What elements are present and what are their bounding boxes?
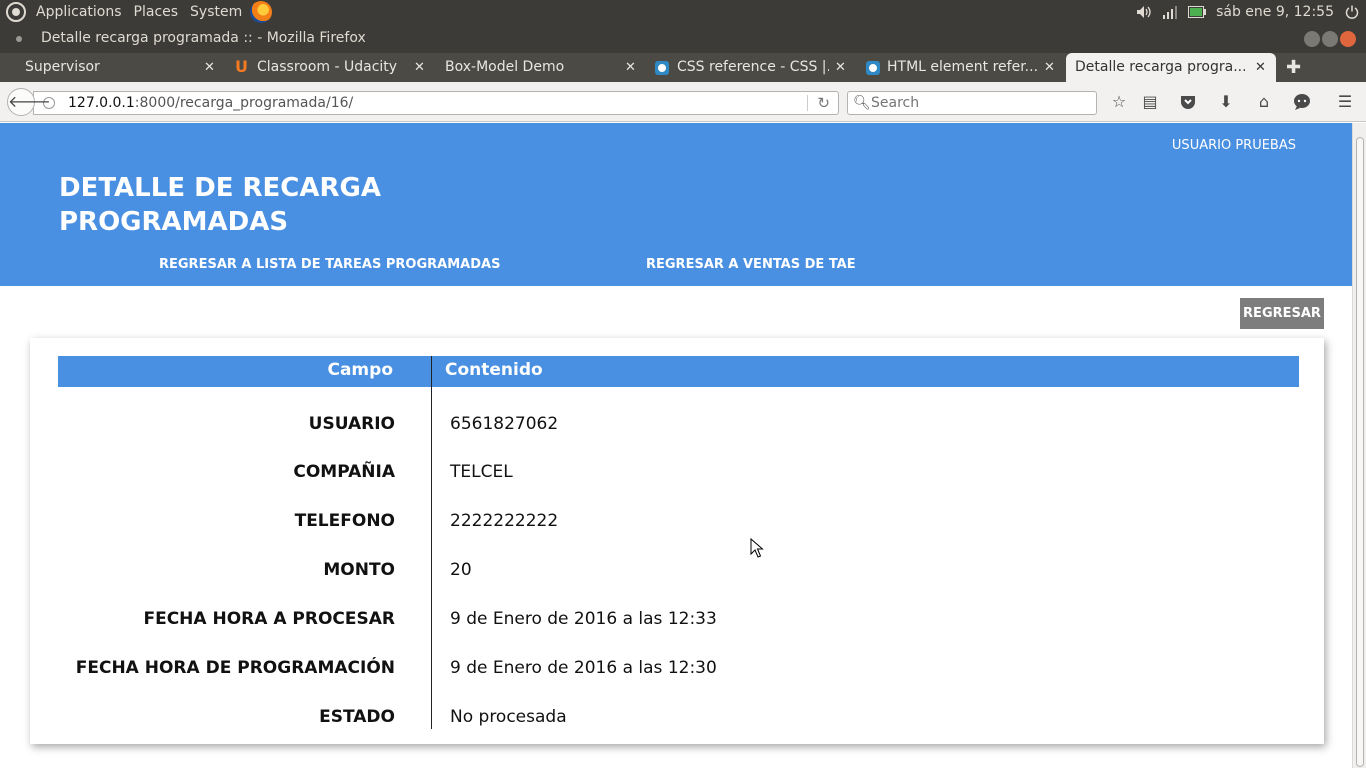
back-arrow-icon: 🡐 (8, 92, 51, 111)
url-path: :8000/recarga_programada/16/ (134, 95, 354, 111)
tab-label: Supervisor (25, 59, 100, 75)
page-scrollbar[interactable] (1352, 123, 1366, 768)
home-icon[interactable]: ⌂ (1254, 92, 1274, 112)
menu-places[interactable]: Places (128, 0, 185, 24)
field-value: 2222222222 (450, 511, 559, 531)
regresar-button[interactable]: REGRESAR (1240, 298, 1324, 329)
field-label: TELEFONO (294, 511, 395, 531)
window-menu-dot-icon (16, 36, 22, 42)
field-value: 9 de Enero de 2016 a las 12:30 (450, 658, 717, 678)
scrollbar-thumb[interactable] (1356, 137, 1364, 767)
field-label: FECHA HORA DE PROGRAMACIÓN (75, 658, 395, 678)
field-label: MONTO (323, 560, 395, 580)
url-bar[interactable]: 127.0.0.1:8000/recarga_programada/16/ ↻ (33, 91, 839, 115)
search-icon: 🔍︎ (853, 95, 871, 111)
mouse-pointer-icon (750, 538, 764, 558)
download-icon[interactable]: ⬇ (1216, 92, 1236, 112)
tab-label: Classroom - Udacity (257, 59, 398, 75)
tab-label: Box-Model Demo (445, 59, 565, 75)
power-icon[interactable] (1344, 5, 1360, 19)
volume-icon[interactable] (1136, 5, 1152, 19)
field-value: TELCEL (450, 462, 513, 482)
url-host: 127.0.0.1 (68, 95, 135, 111)
field-value: 9 de Enero de 2016 a las 12:33 (450, 609, 717, 629)
mdn-favicon-icon (655, 61, 669, 75)
new-tab-plus-icon[interactable]: ✚ (1286, 53, 1301, 82)
ubuntu-logo-icon[interactable] (6, 2, 26, 22)
page-title: DETALLE DE RECARGA PROGRAMADAS (59, 173, 381, 237)
window-title: Detalle recarga programada :: - Mozilla … (41, 30, 366, 46)
tab-label: CSS reference - CSS |... (677, 59, 829, 75)
system-top-panel: Applications Places System sáb ene 9, 12… (0, 0, 1366, 24)
reload-icon[interactable]: ↻ (817, 92, 830, 114)
field-value: 6561827062 (450, 414, 559, 434)
window-title-bar[interactable]: Detalle recarga programada :: - Mozilla … (0, 24, 1366, 53)
tab-box-model-demo[interactable]: Box-Model Demo ✕ (436, 53, 646, 82)
close-window-button[interactable] (1340, 31, 1356, 47)
search-bar[interactable]: 🔍︎ (847, 91, 1097, 115)
page-header: USUARIO PRUEBAS DETALLE DE RECARGA PROGR… (0, 123, 1352, 286)
tab-label: Detalle recarga progra... (1075, 59, 1245, 75)
navigation-toolbar: 127.0.0.1:8000/recarga_programada/16/ ↻ … (0, 82, 1366, 122)
tab-label: HTML element refer... (887, 59, 1039, 75)
link-back-to-scheduled-tasks[interactable]: REGRESAR A LISTA DE TAREAS PROGRAMADAS (159, 257, 500, 272)
tab-bar: Supervisor ✕ U Classroom - Udacity ✕ Box… (0, 53, 1366, 82)
tab-classroom-udacity[interactable]: U Classroom - Udacity ✕ (226, 53, 436, 82)
field-label: FECHA HORA A PROCESAR (143, 609, 395, 629)
close-tab-icon[interactable]: ✕ (625, 53, 636, 82)
field-value: No procesada (450, 707, 567, 727)
column-header-content: Contenido (445, 360, 543, 380)
field-label: COMPAÑIA (293, 462, 395, 482)
udacity-favicon-icon: U (235, 57, 248, 76)
column-header-field: Campo (327, 360, 393, 380)
url-separator (807, 95, 808, 111)
pocket-icon[interactable] (1178, 92, 1198, 112)
mdn-favicon-icon (866, 61, 880, 75)
url-text[interactable]: 127.0.0.1:8000/recarga_programada/16/ (68, 92, 353, 114)
firefox-launcher-icon[interactable] (250, 1, 273, 23)
maximize-button[interactable] (1322, 31, 1338, 47)
user-menu-link[interactable]: USUARIO PRUEBAS (1172, 138, 1296, 153)
back-button[interactable]: 🡐 (7, 88, 51, 116)
close-tab-icon[interactable]: ✕ (1255, 53, 1266, 82)
detail-table-card: Campo Contenido USUARIO 6561827062 COMPA… (30, 338, 1324, 744)
minimize-button[interactable] (1304, 31, 1320, 47)
hamburger-menu-icon[interactable]: ☰ (1335, 92, 1355, 112)
column-divider (431, 356, 432, 729)
close-tab-icon[interactable]: ✕ (835, 53, 846, 82)
tab-supervisor[interactable]: Supervisor ✕ (0, 53, 226, 82)
bookmark-star-icon[interactable]: ☆ (1109, 92, 1129, 112)
menu-applications[interactable]: Applications (30, 0, 128, 24)
chat-icon[interactable] (1292, 92, 1312, 112)
close-tab-icon[interactable]: ✕ (1044, 53, 1055, 82)
field-value: 20 (450, 560, 472, 580)
battery-icon[interactable] (1188, 6, 1207, 18)
tab-html-element-reference[interactable]: HTML element refer... ✕ (856, 53, 1066, 82)
tab-detalle-recarga[interactable]: Detalle recarga progra... ✕ (1066, 53, 1276, 82)
clock[interactable]: sáb ene 9, 12:55 (1216, 4, 1334, 20)
close-tab-icon[interactable]: ✕ (204, 53, 215, 82)
table-header-row: Campo Contenido (58, 356, 1299, 387)
search-input[interactable] (871, 93, 1091, 113)
network-signal-icon[interactable] (1162, 5, 1178, 19)
page-content: USUARIO PRUEBAS DETALLE DE RECARGA PROGR… (0, 123, 1352, 768)
bookmarks-list-icon[interactable]: ▤ (1140, 92, 1160, 112)
field-label: ESTADO (319, 707, 395, 727)
field-label: USUARIO (308, 414, 395, 434)
tab-css-reference[interactable]: CSS reference - CSS |... ✕ (646, 53, 856, 82)
link-back-to-tae-sales[interactable]: REGRESAR A VENTAS DE TAE (646, 257, 856, 272)
close-tab-icon[interactable]: ✕ (414, 53, 425, 82)
menu-system[interactable]: System (184, 0, 248, 24)
